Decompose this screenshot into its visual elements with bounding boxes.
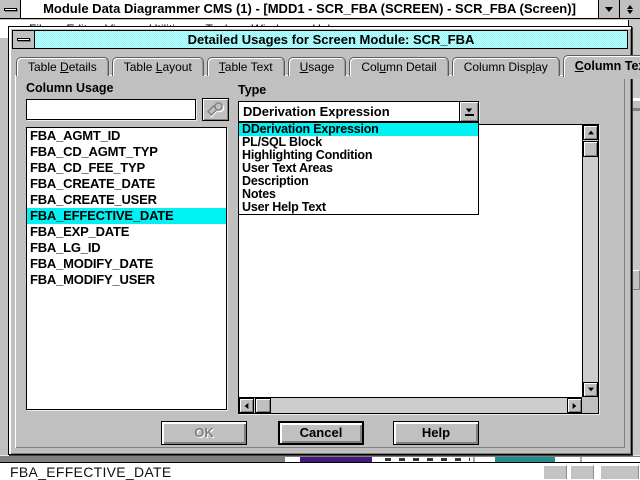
- dialog-titlebar: Detailed Usages for Screen Module: SCR_F…: [12, 30, 628, 49]
- statusbar-panel: [600, 465, 639, 479]
- tab-column-detail[interactable]: Column Detail: [349, 57, 448, 76]
- restore-button[interactable]: [619, 0, 640, 18]
- type-combobox[interactable]: DDerivation Expression: [238, 101, 479, 122]
- tab-panel: Column Usage FBA_AGMT_IDFBA_CD_AGMT_TYPF…: [15, 75, 625, 448]
- scroll-down-button[interactable]: [583, 382, 598, 397]
- text-vertical-scrollbar[interactable]: [582, 125, 598, 397]
- app-title: Module Data Diagrammer CMS (1) - [MDD1 -…: [21, 0, 598, 18]
- search-button[interactable]: [202, 98, 229, 121]
- search-flashlight-icon: [206, 102, 226, 118]
- scroll-up-button[interactable]: [583, 125, 598, 140]
- scrollbar-corner: [582, 397, 598, 413]
- list-item[interactable]: FBA_LG_ID: [27, 240, 226, 256]
- list-item[interactable]: FBA_CREATE_USER: [27, 192, 226, 208]
- list-item[interactable]: FBA_CREATE_DATE: [27, 176, 226, 192]
- status-bar: FBA_EFFECTIVE_DATE: [0, 462, 640, 480]
- tab-column-display[interactable]: Column Display: [452, 57, 560, 76]
- combo-dropdown-icon: [466, 108, 472, 112]
- vertical-scrollbar-thumb[interactable]: [583, 141, 598, 157]
- statusbar-panel: [543, 465, 567, 479]
- list-item[interactable]: FBA_MODIFY_DATE: [27, 256, 226, 272]
- restore-down-icon: [627, 10, 633, 14]
- scroll-right-button[interactable]: [567, 398, 582, 413]
- scroll-down-icon: [588, 388, 594, 392]
- background-window-sliver: [0, 455, 640, 462]
- screen: Module Data Diagrammer CMS (1) - [MDD1 -…: [0, 0, 640, 480]
- background-text-marks: [385, 458, 470, 461]
- tab-table-text[interactable]: Table Text: [207, 57, 285, 76]
- statusbar-panel: [570, 465, 594, 479]
- tab-usage[interactable]: Usage: [288, 57, 347, 76]
- system-menu-icon: [4, 8, 17, 11]
- detailed-usages-dialog: Detailed Usages for Screen Module: SCR_F…: [8, 26, 632, 455]
- column-usage-list[interactable]: FBA_AGMT_IDFBA_CD_AGMT_TYPFBA_CD_FEE_TYP…: [26, 127, 227, 410]
- type-label: Type: [238, 83, 266, 97]
- scroll-left-button[interactable]: [239, 398, 254, 413]
- system-menu-icon: [17, 38, 30, 41]
- type-dropdown-list[interactable]: DDerivation ExpressionPL/SQL BlockHighli…: [238, 122, 479, 215]
- text-horizontal-scrollbar[interactable]: [239, 397, 582, 413]
- tab-table-details[interactable]: Table Details: [16, 57, 109, 76]
- minimize-button[interactable]: [598, 0, 619, 18]
- tab-column-text[interactable]: Column Text: [563, 55, 640, 77]
- restore-up-icon: [627, 5, 633, 9]
- list-item[interactable]: FBA_CD_AGMT_TYP: [27, 144, 226, 160]
- list-item[interactable]: FBA_EFFECTIVE_DATE: [27, 208, 226, 224]
- dialog-system-menu-button[interactable]: [13, 31, 35, 48]
- scroll-right-icon: [573, 403, 577, 409]
- dialog-title: Detailed Usages for Screen Module: SCR_F…: [35, 31, 627, 48]
- type-combobox-dropdown-button[interactable]: [459, 102, 478, 121]
- combo-dropdown-bar-icon: [465, 114, 474, 116]
- status-text: FBA_EFFECTIVE_DATE: [10, 464, 172, 480]
- type-combobox-value: DDerivation Expression: [239, 102, 459, 121]
- app-system-menu-button[interactable]: [0, 0, 21, 18]
- tab-bar: Table DetailsTable LayoutTable TextUsage…: [16, 54, 624, 76]
- minimize-icon: [605, 7, 613, 12]
- column-usage-filter-input[interactable]: [26, 99, 196, 120]
- tab-table-layout[interactable]: Table Layout: [112, 57, 204, 76]
- help-button[interactable]: Help: [393, 421, 479, 445]
- list-item[interactable]: FBA_AGMT_ID: [27, 128, 226, 144]
- scroll-left-icon: [245, 403, 249, 409]
- ok-button[interactable]: OK: [161, 421, 247, 445]
- scroll-up-icon: [588, 131, 594, 135]
- column-usage-label: Column Usage: [26, 81, 114, 95]
- dropdown-option[interactable]: User Help Text: [239, 201, 478, 214]
- list-item[interactable]: FBA_EXP_DATE: [27, 224, 226, 240]
- app-titlebar: Module Data Diagrammer CMS (1) - [MDD1 -…: [0, 0, 640, 19]
- cancel-button[interactable]: Cancel: [278, 421, 364, 445]
- list-item[interactable]: FBA_CD_FEE_TYP: [27, 160, 226, 176]
- horizontal-scrollbar-thumb[interactable]: [255, 398, 271, 413]
- list-item[interactable]: FBA_MODIFY_USER: [27, 272, 226, 288]
